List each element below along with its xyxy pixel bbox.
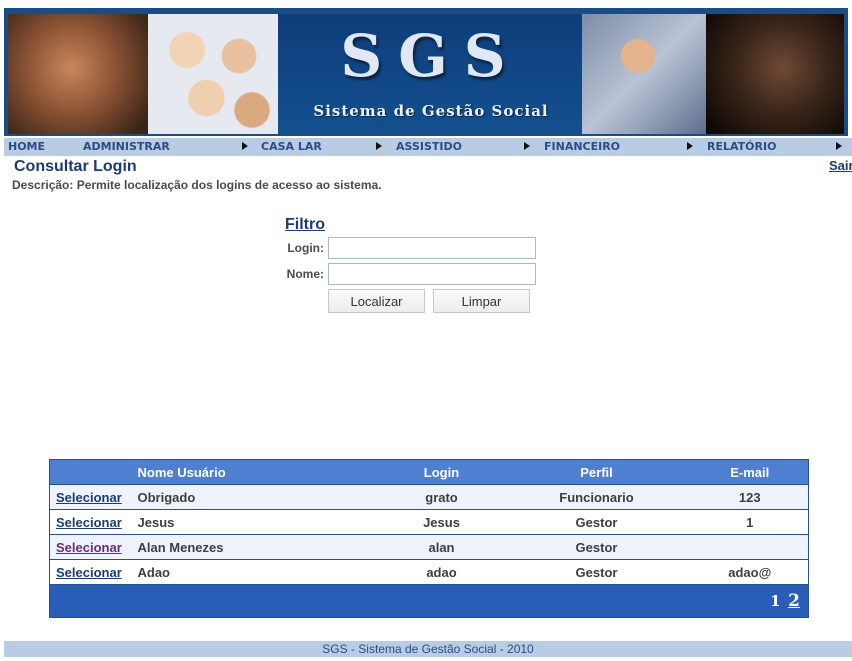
clear-button[interactable]: Limpar [433,289,530,313]
results-table: Nome Usuário Login Perfil E-mail Selecio… [49,459,809,618]
pager: 1 2 [49,584,809,618]
cell-login: grato [381,484,502,510]
col-header-email: E-mail [691,459,809,485]
pager-page-link[interactable]: 2 [788,591,800,611]
login-label: Login: [287,241,324,255]
filter-title: Filtro [285,216,325,233]
cell-name: Adao [131,559,382,585]
submenu-arrow-icon [687,142,693,150]
menu-item-relatorio[interactable]: RELATÓRIO [707,140,776,153]
menu-item-home[interactable]: HOME [8,140,45,153]
select-link[interactable]: Selecionar [56,515,122,530]
search-button[interactable]: Localizar [328,289,425,313]
menu-item-financeiro[interactable]: FINANCEIRO [544,140,620,153]
cell-perfil: Funcionario [501,484,692,510]
footer: SGS - Sistema de Gestão Social - 2010 [4,641,852,657]
header-banner: SGS Sistema de Gestão Social [4,8,848,136]
table-row: Selecionar Adao adao Gestor adao@ [49,559,809,585]
cell-email: 123 [691,484,809,510]
col-header-select [49,459,132,485]
pager-row: 1 2 [49,584,809,618]
logo-letters: SGS [340,22,522,90]
cell-email: adao@ [691,559,809,585]
login-input[interactable] [328,237,536,259]
banner-photo-children-circle [148,14,278,134]
select-link[interactable]: Selecionar [56,565,122,580]
page: SGS Sistema de Gestão Social HOME ADMINI… [0,0,852,661]
cell-login: alan [381,534,502,560]
page-description: Descrição: Permite localização dos login… [12,178,382,192]
logo-subtitle: Sistema de Gestão Social [313,102,549,120]
cell-name: Jesus [131,509,382,535]
submenu-arrow-icon [376,142,382,150]
col-header-perfil: Perfil [501,459,692,485]
name-label: Nome: [286,267,324,281]
select-link[interactable]: Selecionar [56,540,122,555]
banner-photo-smiling-child [8,14,148,134]
name-input[interactable] [328,263,536,285]
banner-photo-boy-backpack [582,14,706,134]
col-header-name: Nome Usuário [131,459,382,485]
cell-name: Obrigado [131,484,382,510]
cell-email [691,534,809,560]
cell-perfil: Gestor [501,559,692,585]
page-title: Consultar Login [14,158,137,175]
cell-perfil: Gestor [501,509,692,535]
cell-name: Alan Menezes [131,534,382,560]
col-header-login: Login [381,459,502,485]
sgs-logo: SGS Sistema de Gestão Social [284,14,578,134]
submenu-arrow-icon [242,142,248,150]
logout-link[interactable]: Sair [829,158,852,173]
menu-item-administrar[interactable]: ADMINISTRAR [83,140,170,153]
pager-current-page: 1 [770,592,781,610]
submenu-arrow-icon [524,142,530,150]
table-row: Selecionar Jesus Jesus Gestor 1 [49,509,809,535]
table-header-row: Nome Usuário Login Perfil E-mail [49,459,809,485]
menu-item-casa-lar[interactable]: CASA LAR [261,140,322,153]
cell-login: Jesus [381,509,502,535]
submenu-arrow-icon [836,142,842,150]
banner-photo-crying-child [706,14,844,134]
banner-inner: SGS Sistema de Gestão Social [8,14,844,134]
select-link[interactable]: Selecionar [56,490,122,505]
cell-email: 1 [691,509,809,535]
cell-perfil: Gestor [501,534,692,560]
table-row: Selecionar Alan Menezes alan Gestor [49,534,809,560]
cell-login: adao [381,559,502,585]
table-row: Selecionar Obrigado grato Funcionario 12… [49,484,809,510]
menu-item-assistido[interactable]: ASSISTIDO [396,140,462,153]
main-menu: HOME ADMINISTRAR CASA LAR ASSISTIDO FINA… [4,138,852,156]
